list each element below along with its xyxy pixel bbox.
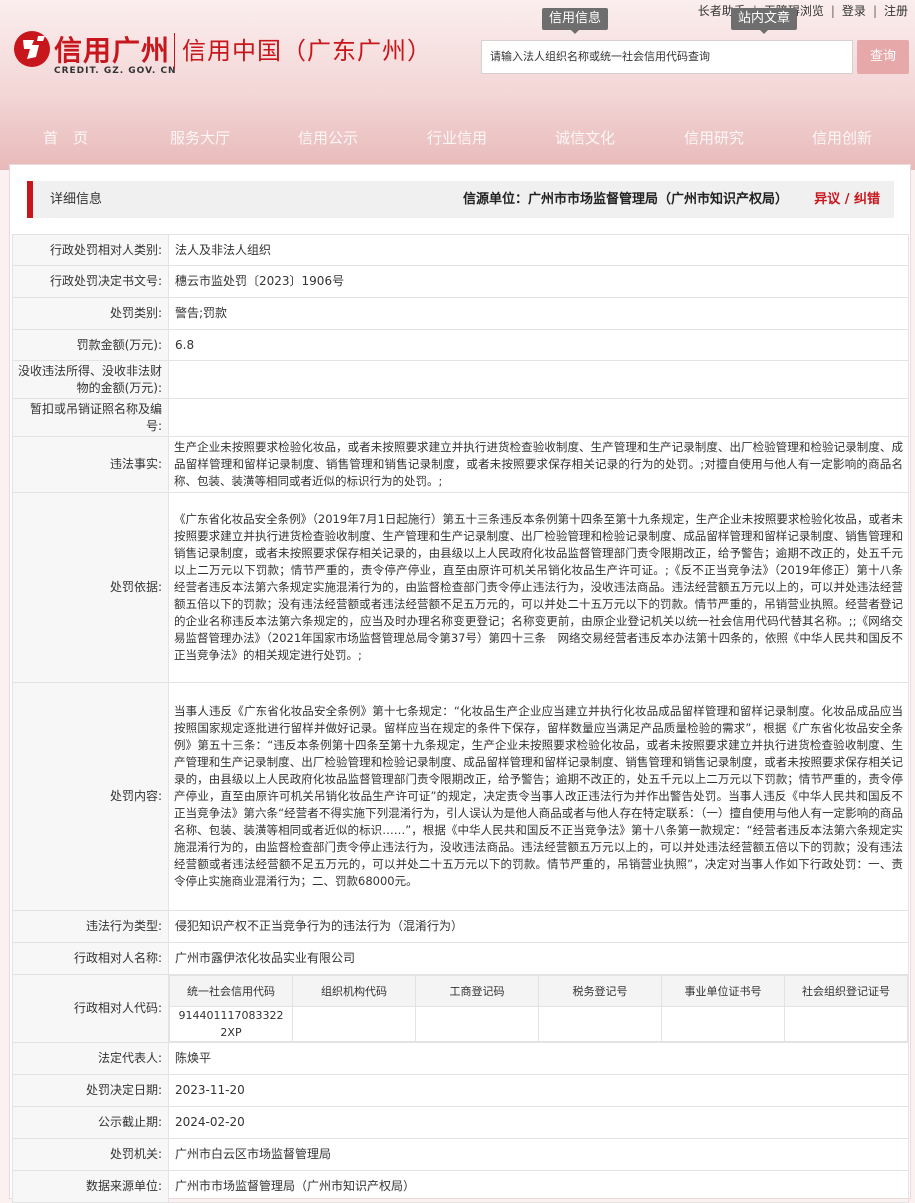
search-input[interactable]: 请输入法人组织名称或统一社会信用代码查询 [481, 40, 853, 74]
row-label: 违法行为类型: [12, 910, 169, 943]
codes-header: 社会组织登记证号 [784, 975, 908, 1007]
row-value: 广州市市场监督管理局（广州市知识产权局） [168, 1170, 909, 1203]
row-label: 没收违法所得、没收非法财物的金额(万元): [12, 360, 169, 399]
table-row: 罚款金额(万元): 6.8 [12, 329, 909, 361]
row-label: 处罚依据: [12, 492, 169, 683]
nav-integrity-culture[interactable]: 诚信文化 [555, 120, 615, 156]
row-value: 2024-02-20 [168, 1106, 909, 1139]
row-label: 暂扣或吊销证照名称及编号: [12, 398, 169, 437]
info-bar-title: 详细信息 [50, 192, 103, 207]
row-label: 处罚类别: [12, 297, 169, 330]
table-row: 处罚内容: 当事人违反《广东省化妆品安全条例》第十七条规定：“化妆品生产企业应当… [12, 682, 909, 911]
row-label: 处罚机关: [12, 1138, 169, 1171]
row-value: 《广东省化妆品安全条例》（2019年7月1日起施行）第五十三条违反本条例第十四条… [168, 492, 915, 683]
codes-header: 事业单位证书号 [661, 975, 785, 1007]
nav-industry-credit[interactable]: 行业信用 [427, 120, 487, 156]
codes-value [784, 1006, 908, 1042]
row-value [168, 398, 909, 437]
info-source: 信源单位：广州市市场监督管理局（广州市知识产权局） [463, 192, 789, 207]
row-value: 警告;罚款 [168, 297, 909, 330]
logo-subtext: CREDIT. GZ. GOV. CN [54, 66, 177, 76]
nav-credit-innovation[interactable]: 信用创新 [812, 120, 872, 156]
table-row: 处罚决定日期: 2023-11-20 [12, 1074, 909, 1107]
row-value: 法人及非法人组织 [168, 234, 909, 266]
table-row: 没收违法所得、没收非法财物的金额(万元): [12, 360, 909, 399]
row-label: 行政处罚相对人类别: [12, 234, 169, 266]
row-value: 6.8 [168, 329, 909, 361]
row-label: 行政相对人名称: [12, 942, 169, 975]
row-label: 法定代表人: [12, 1042, 169, 1075]
codes-header: 工商登记码 [415, 975, 539, 1007]
row-value: 穗云市监处罚〔2023〕1906号 [168, 265, 909, 298]
table-row: 处罚类别: 警告;罚款 [12, 297, 909, 330]
codes-cell: 统一社会信用代码 组织机构代码 工商登记码 税务登记号 事业单位证书号 社会组织… [168, 974, 909, 1043]
table-row: 行政相对人名称: 广州市露伊浓化妆品实业有限公司 [12, 942, 909, 975]
detail-table: 行政处罚相对人类别: 法人及非法人组织 行政处罚决定书文号: 穗云市监处罚〔20… [12, 234, 915, 1203]
top-links: 长者助手| 无障碍浏览| 登录| 注册 [691, 3, 915, 19]
register-link[interactable]: 注册 [877, 3, 915, 19]
table-row: 行政相对人代码: 统一社会信用代码 组织机构代码 工商登记码 税务登记号 事业单… [12, 974, 909, 1043]
logo-credit-china: 信用中国（广东广州） [182, 37, 432, 65]
table-row: 行政处罚决定书文号: 穗云市监处罚〔2023〕1906号 [12, 265, 909, 298]
table-row: 法定代表人: 陈焕平 [12, 1042, 909, 1075]
row-value: 广州市白云区市场监督管理局 [168, 1138, 909, 1171]
row-label: 违法事实: [12, 436, 169, 493]
table-row: 处罚机关: 广州市白云区市场监督管理局 [12, 1138, 909, 1171]
search-button[interactable]: 查询 [857, 40, 909, 74]
nav-service-hall[interactable]: 服务大厅 [170, 120, 230, 156]
row-value: 侵犯知识产权不正当竞争行为的违法行为（混淆行为） [168, 910, 909, 943]
codes-value-row: 914401117083322 2XP [169, 1006, 908, 1042]
row-value: 2023-11-20 [168, 1074, 909, 1107]
site-logo[interactable]: 信用广州 CREDIT. GZ. GOV. CN 信用中国（广东广州） [12, 25, 472, 80]
codes-value: 914401117083322 2XP [169, 1006, 293, 1042]
detail-container: 详细信息 信源单位：广州市市场监督管理局（广州市知识产权局） 异议 / 纠错 行… [9, 164, 915, 1203]
row-label: 处罚内容: [12, 682, 169, 911]
nav-credit-publicity[interactable]: 信用公示 [298, 120, 358, 156]
nav-credit-research[interactable]: 信用研究 [684, 120, 744, 156]
logo-divider [174, 33, 175, 69]
table-row: 公示截止期: 2024-02-20 [12, 1106, 909, 1139]
nav-home[interactable]: 首 页 [43, 120, 88, 156]
row-label: 处罚决定日期: [12, 1074, 169, 1107]
logo-mark-icon [14, 31, 50, 67]
table-row: 处罚依据: 《广东省化妆品安全条例》（2019年7月1日起施行）第五十三条违反本… [12, 492, 915, 683]
main-nav: 首 页 服务大厅 信用公示 行业信用 诚信文化 信用研究 信用创新 [0, 120, 915, 156]
codes-value [661, 1006, 785, 1042]
row-value: 广州市露伊浓化妆品实业有限公司 [168, 942, 909, 975]
table-row: 暂扣或吊销证照名称及编号: [12, 398, 909, 437]
row-label: 罚款金额(万元): [12, 329, 169, 361]
codes-header: 统一社会信用代码 [169, 975, 293, 1007]
row-value: 当事人违反《广东省化妆品安全条例》第十七条规定：“化妆品生产企业应当建立并执行化… [168, 682, 909, 911]
row-value [168, 360, 909, 399]
logo-text: 信用广州 [54, 34, 171, 67]
table-row: 违法事实: 生产企业未按照要求检验化妆品，或者未按照要求建立并执行进货检查验收制… [12, 436, 909, 493]
codes-header: 税务登记号 [538, 975, 662, 1007]
codes-value [415, 1006, 539, 1042]
codes-header-row: 统一社会信用代码 组织机构代码 工商登记码 税务登记号 事业单位证书号 社会组织… [169, 975, 908, 1007]
codes-value [538, 1006, 662, 1042]
info-bar: 详细信息 信源单位：广州市市场监督管理局（广州市知识产权局） 异议 / 纠错 [27, 181, 894, 218]
codes-table: 统一社会信用代码 组织机构代码 工商登记码 税务登记号 事业单位证书号 社会组织… [169, 975, 908, 1042]
table-row: 行政处罚相对人类别: 法人及非法人组织 [12, 234, 909, 266]
row-label: 公示截止期: [12, 1106, 169, 1139]
codes-value [292, 1006, 416, 1042]
table-row: 违法行为类型: 侵犯知识产权不正当竞争行为的违法行为（混淆行为） [12, 910, 909, 943]
row-value: 陈焕平 [168, 1042, 909, 1075]
codes-header: 组织机构代码 [292, 975, 416, 1007]
objection-link[interactable]: 异议 / 纠错 [814, 181, 880, 218]
table-row: 数据来源单位: 广州市市场监督管理局（广州市知识产权局） [12, 1170, 909, 1203]
search-tab-articles[interactable]: 站内文章 [731, 8, 798, 34]
row-label: 数据来源单位: [12, 1170, 169, 1203]
row-label: 行政相对人代码: [12, 974, 169, 1043]
row-label: 行政处罚决定书文号: [12, 265, 169, 298]
login-link[interactable]: 登录 [835, 3, 873, 19]
search-tab-credit-info[interactable]: 信用信息 [542, 8, 609, 34]
row-value: 生产企业未按照要求检验化妆品，或者未按照要求建立并执行进货检查验收制度、生产管理… [168, 436, 909, 493]
